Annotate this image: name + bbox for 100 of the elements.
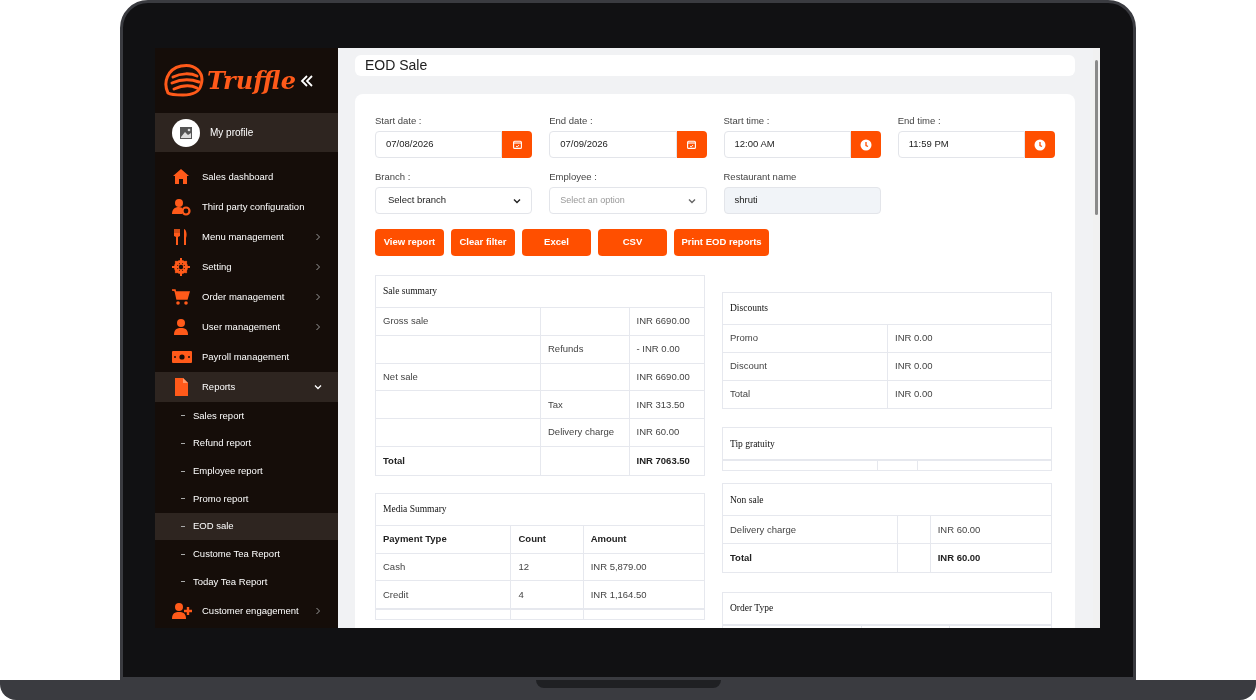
- table-cell-text: Total: [382, 453, 406, 468]
- table-title: Discounts: [723, 293, 1051, 325]
- sidebar-item[interactable]: Sales dashboard: [155, 162, 338, 192]
- table-cell-text: Discount: [729, 359, 768, 374]
- table-cell-text: Gross sale: [382, 314, 430, 329]
- submenu-item[interactable]: Employee report: [155, 457, 338, 486]
- user-gear-icon: [172, 198, 192, 216]
- calendar-button[interactable]: [502, 131, 533, 158]
- submenu-item[interactable]: EOD sale: [155, 512, 338, 541]
- dash-icon: [181, 443, 185, 445]
- sidebar-item[interactable]: Payroll management: [155, 342, 338, 372]
- chevron-icon: [314, 293, 322, 301]
- table-title: Media Summary: [376, 493, 704, 526]
- profile-label: My profile: [210, 126, 254, 140]
- input-field[interactable]: 12:00 AM: [723, 131, 851, 158]
- dash-icon: [181, 526, 185, 528]
- logo-icon: [163, 62, 205, 99]
- select-field[interactable]: Select branch: [375, 187, 533, 214]
- submenu-item[interactable]: Promo report: [155, 485, 338, 513]
- field-label: Start date :: [375, 114, 423, 126]
- logo-text: Truffle: [207, 68, 296, 93]
- table-cell: INR 60.00: [929, 544, 1051, 572]
- clock-icon: [1034, 138, 1046, 151]
- field-label: Start time :: [723, 114, 771, 126]
- clock-button[interactable]: [1025, 131, 1055, 158]
- table-cell: Delivery charge: [540, 419, 629, 446]
- submenu-item[interactable]: Today Tea Report: [155, 568, 338, 596]
- table-title: Non sale: [723, 484, 1051, 517]
- user-plus-icon: [172, 601, 192, 620]
- input-field[interactable]: 07/08/2026: [375, 131, 503, 158]
- clock-button[interactable]: [850, 131, 881, 158]
- table-title: Sale summary: [376, 276, 704, 308]
- sidebar-item[interactable]: Customer engagement: [155, 595, 338, 626]
- dash-icon: [181, 498, 185, 500]
- chevron-icon: [314, 323, 322, 331]
- table-title: Tip gratuity: [723, 428, 1051, 461]
- table-cell-text: Payment Type: [382, 532, 448, 547]
- field-label: End time :: [897, 114, 942, 126]
- input-field[interactable]: 07/09/2026: [549, 131, 677, 158]
- table-cell: Tax: [540, 391, 629, 419]
- table-cell: INR 60.00: [929, 516, 1051, 544]
- field-label: Branch :: [375, 170, 412, 182]
- table-cell-text: Credit: [382, 587, 410, 602]
- table-cell: Refunds: [540, 335, 629, 363]
- gear-icon: [172, 258, 192, 276]
- dash-icon: [181, 581, 185, 583]
- table-cell: INR 6690.00: [628, 308, 704, 335]
- table-cell: INR 7063.50: [628, 447, 704, 475]
- field-label: Employee :: [549, 170, 598, 182]
- submenu-item[interactable]: Refund report: [155, 429, 338, 458]
- table-cell: INR 6690.00: [628, 363, 704, 391]
- table-cell: INR 0.00: [887, 325, 1051, 352]
- table-cell-text: Total: [729, 550, 753, 565]
- table-cell: INR 0.00: [887, 352, 1051, 380]
- sidebar-item[interactable]: User management: [155, 312, 338, 342]
- table-cell: 12: [510, 553, 583, 581]
- caret-icon: [513, 197, 522, 204]
- input-field[interactable]: 11:59 PM: [897, 131, 1025, 158]
- table-cell-text: Cash: [382, 559, 407, 574]
- sidebar-item[interactable]: Setting: [155, 252, 338, 282]
- submenu-item[interactable]: Sales report: [155, 402, 338, 430]
- table-cell: INR 1,164.50: [582, 581, 704, 609]
- sidebar-item[interactable]: Menu management: [155, 222, 338, 252]
- dash-icon: [181, 470, 185, 472]
- collapse-icon[interactable]: [300, 74, 314, 87]
- calendar-icon: [687, 140, 696, 149]
- field-label: End date :: [549, 114, 594, 126]
- table-cell-text: Delivery charge: [729, 522, 797, 537]
- sidebar-item[interactable]: Reports: [155, 372, 338, 402]
- cart-icon: [172, 288, 192, 306]
- chevron-icon: [314, 606, 322, 615]
- sidebar-item[interactable]: Order management: [155, 282, 338, 312]
- profile-item[interactable]: My profile: [155, 113, 338, 152]
- field-label: Restaurant name: [723, 170, 798, 182]
- dash-icon: [181, 415, 185, 417]
- calendar-button[interactable]: [676, 131, 707, 158]
- sidebar-item[interactable]: Third party configuration: [155, 192, 338, 222]
- page-title: EOD Sale: [365, 56, 428, 75]
- input-field[interactable]: shruti: [723, 187, 881, 214]
- table-cell: INR 60.00: [628, 419, 704, 446]
- dash-icon: [181, 553, 185, 555]
- table-cell-text: Promo: [729, 331, 759, 346]
- chevron-icon: [314, 263, 322, 271]
- table-cell: Count: [510, 525, 583, 553]
- table-cell: - INR 0.00: [628, 335, 704, 363]
- calendar-icon: [512, 140, 522, 149]
- chevron-icon: [314, 233, 322, 241]
- table-cell: 4: [510, 581, 583, 609]
- caret-icon: [687, 197, 696, 204]
- image-icon: [179, 125, 193, 140]
- clock-icon: [859, 138, 872, 151]
- table-cell: Amount: [582, 525, 704, 553]
- table-cell: INR 5,879.00: [582, 553, 704, 581]
- table-title: Order Type: [723, 593, 1051, 625]
- table-cell-text: Total: [729, 387, 752, 402]
- submenu-item[interactable]: Custome Tea Report: [155, 540, 338, 569]
- chevron-icon: [314, 383, 322, 391]
- table-cell: INR 0.00: [887, 380, 1051, 409]
- table-cell: INR 313.50: [628, 391, 704, 419]
- banknote-icon: [172, 348, 192, 366]
